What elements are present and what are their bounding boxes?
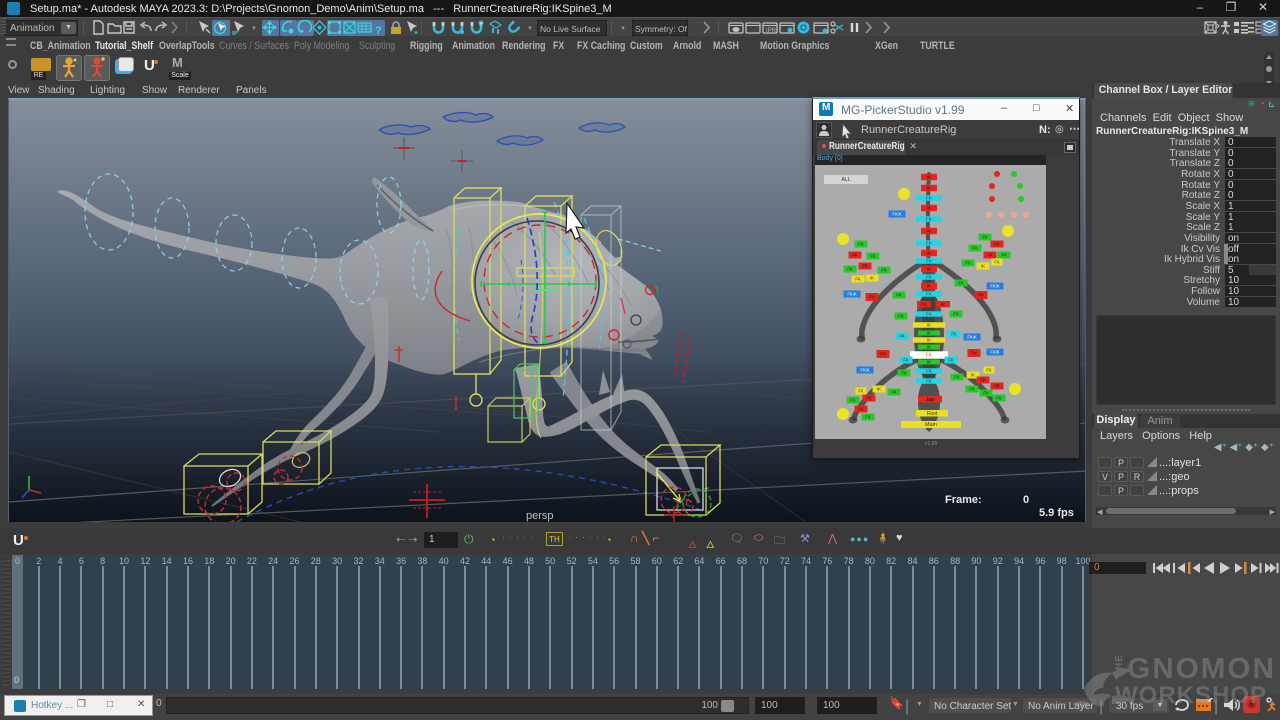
svg-text:FK: FK	[858, 242, 864, 247]
svg-text:FK: FK	[926, 292, 932, 297]
svg-text:FK: FK	[862, 264, 868, 269]
svg-text:IPR: IPR	[766, 28, 777, 34]
svg-text:FK: FK	[926, 353, 933, 359]
svg-text:FK: FK	[903, 358, 909, 363]
svg-text:FKIK: FKIK	[847, 292, 857, 297]
svg-text:IK: IK	[877, 387, 881, 392]
svg-text:FK: FK	[865, 415, 871, 420]
svg-text:IK: IK	[927, 345, 931, 350]
svg-text:FK: FK	[965, 261, 971, 266]
svg-text:IK: IK	[927, 284, 931, 289]
svg-text:FKIK: FKIK	[860, 368, 870, 373]
svg-text:FK: FK	[983, 391, 989, 396]
svg-text:FK: FK	[926, 196, 932, 201]
svg-text:FK: FK	[896, 293, 902, 298]
svg-text:IK: IK	[927, 267, 931, 272]
svg-text:PV: PV	[880, 352, 886, 357]
svg-text:FK: FK	[987, 253, 993, 258]
svg-text:FK: FK	[954, 375, 960, 380]
svg-text:FK: FK	[982, 235, 988, 240]
svg-text:FK: FK	[948, 358, 954, 363]
svg-text:IK: IK	[971, 373, 975, 378]
svg-text:IK: IK	[870, 276, 874, 281]
svg-text:PV: PV	[978, 293, 984, 298]
svg-text:Jaw: Jaw	[926, 397, 935, 403]
svg-text:WORKSHOP: WORKSHOP	[1115, 682, 1267, 709]
svg-text:FK: FK	[899, 334, 905, 339]
svg-text:GNOMON: GNOMON	[1127, 652, 1276, 685]
svg-text:FK: FK	[855, 277, 861, 282]
svg-text:IK: IK	[927, 206, 931, 211]
svg-text:FK: FK	[850, 398, 856, 403]
svg-text:PV: PV	[971, 351, 977, 356]
svg-text:FK: FK	[953, 312, 959, 317]
svg-text:FK: FK	[926, 369, 932, 374]
svg-text:Root: Root	[927, 411, 938, 417]
svg-text:FK: FK	[1001, 253, 1007, 258]
svg-text:FK: FK	[996, 396, 1002, 401]
svg-text:IK: IK	[927, 175, 931, 180]
svg-text:IK: IK	[927, 323, 931, 328]
svg-text:FK: FK	[858, 389, 864, 394]
svg-text:PV: PV	[869, 295, 875, 300]
svg-text:FK: FK	[858, 407, 864, 412]
svg-text:FK: FK	[926, 217, 932, 222]
svg-text:FKIK: FKIK	[990, 350, 1000, 355]
svg-text:IK: IK	[927, 251, 931, 256]
svg-text:IK: IK	[927, 331, 931, 336]
svg-text:FK: FK	[926, 259, 932, 264]
svg-text:FK: FK	[951, 332, 957, 337]
svg-text:FK: FK	[870, 254, 876, 259]
svg-text:FK: FK	[986, 368, 992, 373]
svg-text:IK: IK	[927, 360, 931, 365]
svg-text:IK: IK	[927, 229, 931, 234]
svg-text:FK: FK	[926, 312, 932, 317]
svg-text:IK: IK	[927, 186, 931, 191]
svg-text:FK: FK	[852, 253, 858, 258]
svg-text:FKIK: FKIK	[892, 212, 902, 217]
svg-text:FK: FK	[958, 281, 964, 286]
svg-text:FK: FK	[891, 390, 897, 395]
svg-text:FK: FK	[926, 275, 932, 280]
svg-text:IK: IK	[981, 264, 985, 269]
svg-text:IK: IK	[927, 338, 931, 343]
svg-text:FKIK: FKIK	[990, 284, 1000, 289]
svg-text:FK: FK	[898, 314, 904, 319]
svg-text:FK: FK	[994, 242, 1000, 247]
svg-text:FK: FK	[926, 379, 932, 384]
svg-text:IK: IK	[941, 302, 945, 307]
svg-text:FK: FK	[901, 371, 907, 376]
svg-text:FK: FK	[994, 384, 1000, 389]
svg-text:FKIK: FKIK	[967, 335, 977, 340]
svg-text:ALL: ALL	[842, 177, 851, 183]
svg-text:FK: FK	[994, 260, 1000, 265]
svg-text:FK: FK	[921, 302, 927, 307]
svg-text:FK: FK	[972, 246, 978, 251]
svg-text:FK: FK	[866, 396, 872, 401]
svg-text:FK: FK	[881, 268, 887, 273]
svg-text:FK: FK	[926, 241, 932, 246]
svg-text:Main: Main	[925, 422, 937, 428]
svg-text:FK: FK	[980, 378, 986, 383]
svg-text:FK: FK	[969, 387, 975, 392]
svg-text:FK: FK	[847, 267, 853, 272]
